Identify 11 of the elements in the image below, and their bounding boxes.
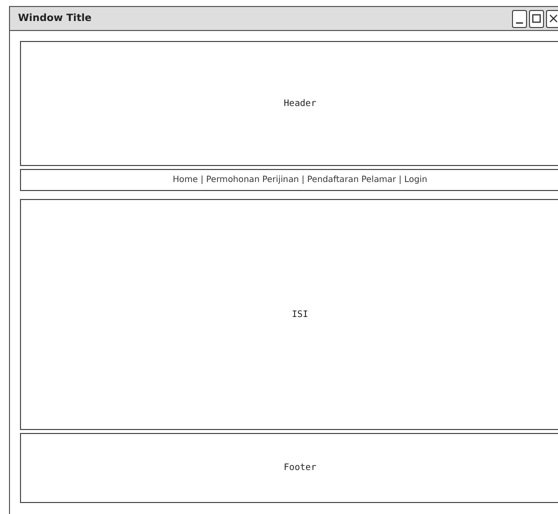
navigation-links[interactable]: Home | Permohonan Perijinan | Pendaftaran Pelamar | Login	[172, 175, 428, 185]
content-label: ISI	[292, 310, 308, 320]
close-icon	[549, 14, 558, 23]
maximize-button[interactable]	[529, 10, 544, 28]
minimize-icon	[516, 22, 523, 24]
window-title: Window Title	[18, 13, 93, 24]
maximize-icon	[532, 14, 541, 23]
close-button[interactable]	[546, 10, 558, 28]
header-label: Header	[284, 98, 316, 108]
minimize-button[interactable]	[512, 10, 527, 28]
footer-label: Footer	[284, 463, 316, 473]
